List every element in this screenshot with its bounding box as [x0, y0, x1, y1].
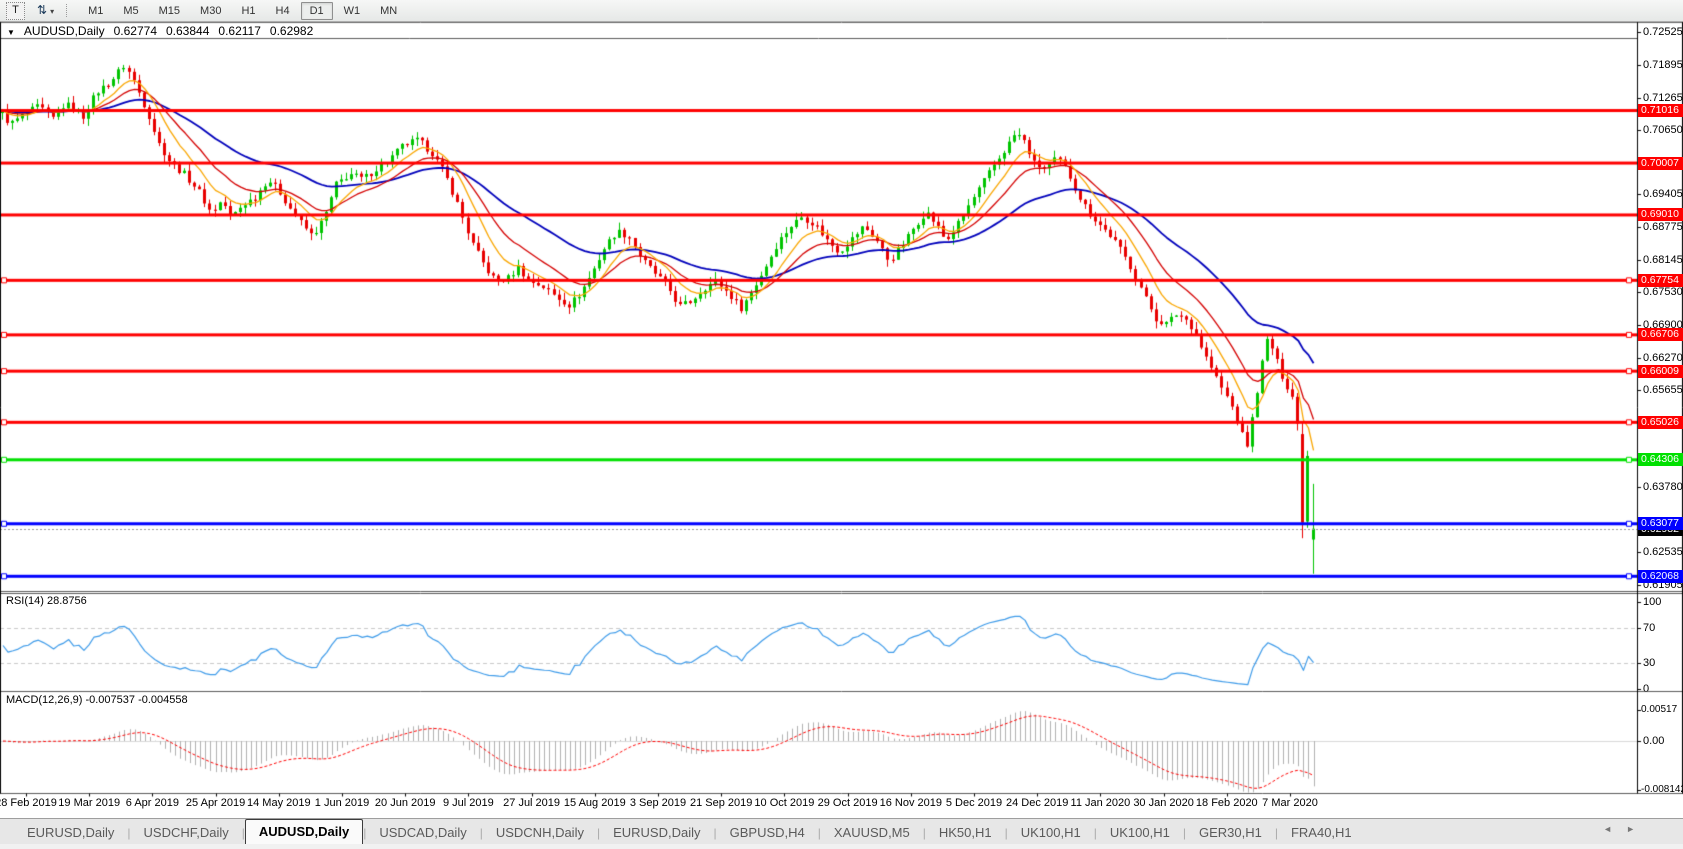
- level-label: 0.66706: [1638, 328, 1683, 341]
- level-label: 0.69010: [1638, 208, 1683, 221]
- ohlc-open: 0.62774: [114, 24, 157, 38]
- level-label: 0.70007: [1638, 157, 1683, 170]
- rsi-indicator-label: RSI(14) 28.8756: [6, 595, 87, 607]
- chart-title-bar: ▼ AUDUSD,Daily 0.62774 0.63844 0.62117 0.6298…: [7, 24, 322, 38]
- trading-platform-window: T ⇅▾ M1M5M15M30H1H4D1W1MN ▼AUDUSD,Daily0…: [0, 0, 1683, 849]
- macd-indicator-label: MACD(12,26,9) -0.007537 -0.004558: [6, 694, 188, 706]
- level-label: 0.65026: [1638, 416, 1683, 429]
- level-label: 0.67754: [1638, 274, 1683, 287]
- chart-menu-triangle-icon[interactable]: ▼: [7, 28, 15, 37]
- level-label: 0.71016: [1638, 104, 1683, 117]
- level-label: 0.63077: [1638, 517, 1683, 530]
- level-label: 0.66009: [1638, 365, 1683, 378]
- chart-canvas[interactable]: [0, 0, 1683, 849]
- level-label: 0.64306: [1638, 453, 1683, 466]
- level-label: 0.62068: [1638, 570, 1683, 583]
- symbol-label: AUDUSD,Daily: [24, 24, 105, 38]
- ohlc-high: 0.63844: [166, 24, 209, 38]
- ohlc-low: 0.62117: [218, 24, 261, 38]
- ohlc-close: 0.62982: [270, 24, 313, 38]
